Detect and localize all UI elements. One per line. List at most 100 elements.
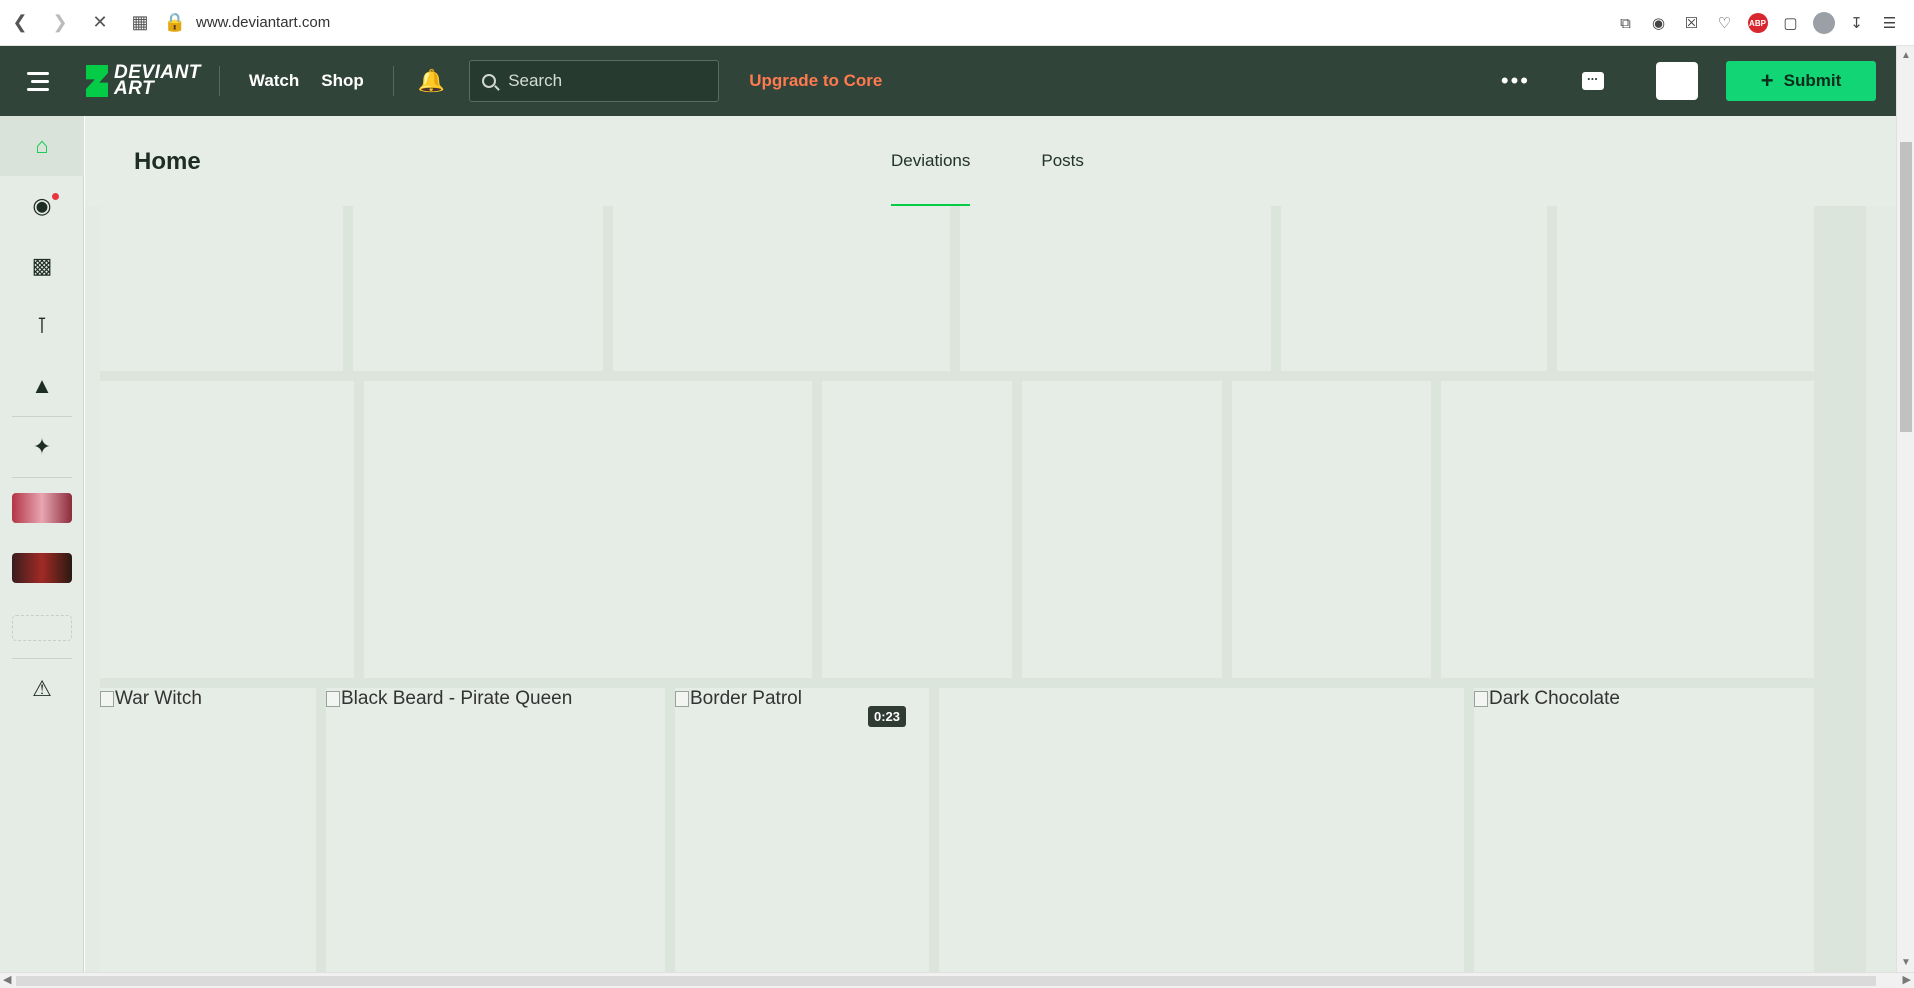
sidebar-group-2[interactable] xyxy=(0,538,84,598)
scroll-up-icon[interactable]: ▲ xyxy=(1901,50,1911,61)
deviation-tile[interactable] xyxy=(1557,206,1814,371)
sidebar-feedback[interactable]: ⚠ xyxy=(0,659,84,719)
scroll-left-icon[interactable]: ◀ xyxy=(3,973,11,986)
profile-icon[interactable] xyxy=(1807,0,1840,46)
eye-icon: ◉ xyxy=(32,193,52,218)
sidebar-group-1[interactable] xyxy=(0,478,84,538)
sidebar-watch[interactable]: ◉ xyxy=(0,176,84,236)
deviation-tile[interactable] xyxy=(822,381,1012,678)
sidebar-daily-deviations[interactable]: ✦ xyxy=(0,417,84,477)
telescope-icon: ⊺ xyxy=(36,313,48,338)
deviantart-logo-icon xyxy=(86,65,108,97)
broken-image-icon xyxy=(675,691,689,707)
heart-icon[interactable]: ♡ xyxy=(1708,0,1741,46)
shop-link[interactable]: Shop xyxy=(321,71,364,91)
deviation-tile[interactable] xyxy=(364,381,812,678)
vertical-scroll-thumb[interactable] xyxy=(1900,142,1912,432)
messages-icon[interactable] xyxy=(1582,68,1604,90)
deviations-grid: War Witch Black Beard - Pirate Queen Bor… xyxy=(100,206,1866,972)
page-header: Home Deviations Posts xyxy=(85,116,1896,206)
deviation-tile[interactable] xyxy=(613,206,950,371)
deviation-tile[interactable] xyxy=(353,206,603,371)
page-title: Home xyxy=(134,148,201,175)
logo-line2: ART xyxy=(114,78,155,99)
plus-icon: + xyxy=(1760,68,1774,93)
search-input[interactable] xyxy=(508,71,709,91)
deviation-tile[interactable] xyxy=(1281,206,1547,371)
broken-image-alt: Border Patrol xyxy=(675,688,802,710)
deviation-tile[interactable] xyxy=(1232,381,1431,678)
deviation-tile[interactable] xyxy=(1022,381,1222,678)
broken-image-icon xyxy=(326,691,340,707)
group-thumbnail xyxy=(12,493,72,523)
deviation-tile[interactable]: Border Patrol 0:23 xyxy=(675,688,929,972)
tab-posts[interactable]: Posts xyxy=(1041,116,1084,206)
camera-icon[interactable]: ◉ xyxy=(1642,0,1675,46)
broken-image-icon xyxy=(100,691,114,707)
site-header: DEVIANT ART Watch Shop 🔔 Upgrade to Core… xyxy=(0,46,1896,116)
deviation-tile[interactable] xyxy=(100,206,343,371)
back-icon[interactable]: ❮ xyxy=(0,0,40,46)
vertical-scrollbar[interactable]: ▲ ▼ xyxy=(1896,46,1914,972)
nav-divider xyxy=(392,66,394,96)
sidebar-discover[interactable]: ⊺ xyxy=(0,296,84,356)
deviation-icon: ▩ xyxy=(31,253,53,278)
download-icon[interactable]: ↧ xyxy=(1840,0,1873,46)
home-icon: ⌂ xyxy=(35,133,49,158)
deviation-tile[interactable] xyxy=(1441,381,1814,678)
tabs-grid-icon[interactable]: ▦ xyxy=(120,0,160,46)
cube-icon[interactable]: ▢ xyxy=(1774,0,1807,46)
deviation-tile[interactable] xyxy=(100,381,354,678)
address-bar[interactable]: www.deviantart.com xyxy=(196,14,330,31)
lock-icon[interactable]: 🔒 xyxy=(160,0,190,46)
stop-loading-icon[interactable]: ✕ xyxy=(80,0,120,46)
adblock-icon[interactable]: ABP xyxy=(1741,0,1774,46)
browser-extensions: ⧉ ◉ ☒ ♡ ABP ▢ ↧ ☰ xyxy=(1609,0,1906,46)
forward-icon[interactable]: ❯ xyxy=(40,0,80,46)
sidebar-home[interactable]: ⌂ xyxy=(0,116,84,176)
submit-button[interactable]: + Submit xyxy=(1726,61,1876,101)
deviation-tile[interactable] xyxy=(960,206,1271,371)
sidebar-popular[interactable]: ▲ xyxy=(0,356,84,416)
browser-toolbar: ❮ ❯ ✕ ▦ 🔒 www.deviantart.com ⧉ ◉ ☒ ♡ ABP… xyxy=(0,0,1914,46)
sidebar-group-3[interactable] xyxy=(0,598,84,658)
shield-x-icon[interactable]: ☒ xyxy=(1675,0,1708,46)
user-avatar[interactable] xyxy=(1656,62,1698,100)
deviantart-logo[interactable]: DEVIANT ART xyxy=(86,63,201,99)
deviation-tile[interactable] xyxy=(939,688,1464,972)
deviation-title: Dark Chocolate xyxy=(1489,688,1620,709)
main-content: Home Deviations Posts War Witch Black Be… xyxy=(85,116,1896,972)
deviation-tile[interactable]: Dark Chocolate xyxy=(1474,688,1814,972)
deviation-tile[interactable]: Black Beard - Pirate Queen xyxy=(326,688,665,972)
video-duration-badge: 0:23 xyxy=(868,706,907,727)
hamburger-menu-icon[interactable] xyxy=(0,46,76,116)
feedback-icon: ⚠ xyxy=(32,676,52,701)
upgrade-to-core-link[interactable]: Upgrade to Core xyxy=(749,71,882,91)
more-options-icon[interactable]: ••• xyxy=(1501,68,1530,94)
deviation-tile[interactable]: War Witch xyxy=(100,688,316,972)
sidebar-deviations[interactable]: ▩ xyxy=(0,236,84,296)
notification-dot xyxy=(52,193,59,200)
sparkle-icon: ✦ xyxy=(32,434,52,459)
horizontal-scrollbar[interactable]: ◀ ▶ xyxy=(0,972,1914,988)
deviation-title: War Witch xyxy=(115,688,202,709)
group-thumbnail xyxy=(12,553,72,583)
broken-image-alt: Dark Chocolate xyxy=(1474,688,1620,710)
header-actions: ••• + Submit xyxy=(1501,46,1876,116)
scroll-right-icon[interactable]: ▶ xyxy=(1903,973,1911,986)
search-box[interactable] xyxy=(469,60,720,102)
search-icon xyxy=(482,74,497,88)
notifications-bell-icon[interactable]: 🔔 xyxy=(418,68,445,94)
profile-avatar xyxy=(1812,12,1835,34)
scroll-down-icon[interactable]: ▼ xyxy=(1901,957,1911,968)
broken-image-alt: Black Beard - Pirate Queen xyxy=(326,688,572,710)
deviation-title: Black Beard - Pirate Queen xyxy=(341,688,573,709)
broken-image-alt: War Witch xyxy=(100,688,202,710)
submit-label: Submit xyxy=(1783,71,1842,90)
settings-sliders-icon[interactable]: ☰ xyxy=(1873,0,1906,46)
tab-deviations[interactable]: Deviations xyxy=(891,116,971,206)
horizontal-scroll-thumb[interactable] xyxy=(16,976,1876,986)
watch-link[interactable]: Watch xyxy=(249,71,299,91)
content-tabs: Deviations Posts xyxy=(891,116,1155,206)
share-icon[interactable]: ⧉ xyxy=(1609,0,1642,46)
